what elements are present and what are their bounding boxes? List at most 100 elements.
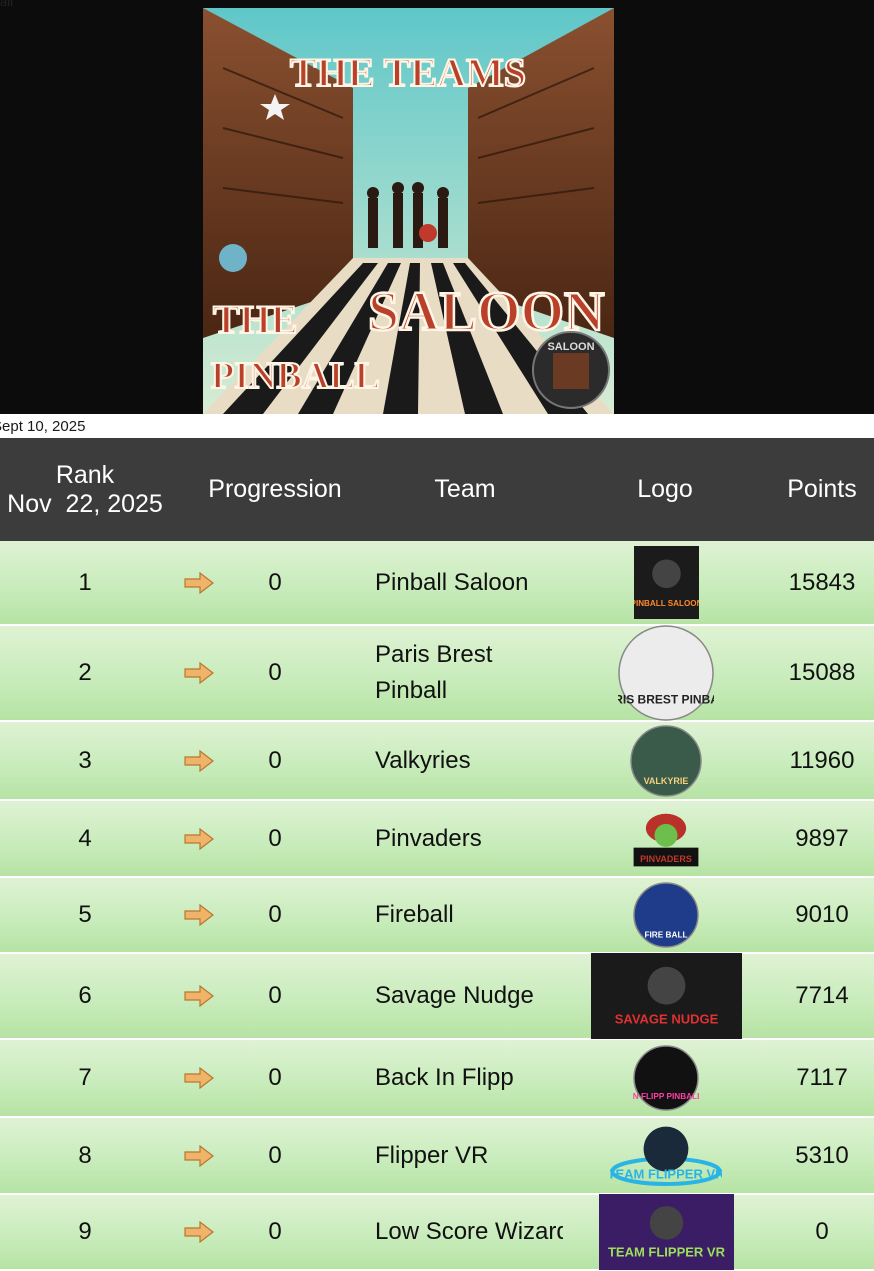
- team-logo: BACK IN FLIPP PINBALL TEAM: [633, 1045, 699, 1111]
- progression-arrow: [182, 1118, 216, 1193]
- logo-cell: PINVADERS: [590, 801, 742, 876]
- logo-cell: TEAM FLIPPER VR: [590, 1118, 742, 1193]
- logo-text: TEAM FLIPPER VR: [607, 1244, 725, 1259]
- progression-cell: 0: [268, 1064, 282, 1091]
- team-name-cell: Pinvaders: [375, 824, 482, 852]
- rank-cell: 1: [78, 568, 92, 596]
- progression-arrow: [182, 1040, 216, 1116]
- team-logo: PINBALL SALOON: [633, 546, 699, 619]
- logo-text: PINVADERS: [640, 854, 692, 864]
- header-rank-date: Nov 22, 2025: [7, 489, 163, 518]
- points-cell: 11960: [789, 746, 855, 774]
- right-arrow-icon: [184, 662, 214, 684]
- progression-cell: 0: [268, 746, 282, 774]
- header-progression: Progression: [208, 475, 342, 504]
- rank-cell: 8: [78, 1141, 92, 1169]
- right-arrow-icon: [184, 749, 214, 772]
- team-logo: TEAM FLIPPER VR: [610, 1121, 722, 1191]
- logo-text: PINBALL SALOON: [634, 599, 699, 608]
- table-row: 4 0 Pinvaders PINVADERS 9897: [0, 801, 874, 878]
- team-name-cell: Valkyries: [375, 746, 471, 774]
- points-cell: 7714: [795, 982, 849, 1009]
- rank-cell: 3: [78, 746, 92, 774]
- team-name-cell: Low Score Wizard: [375, 1218, 563, 1245]
- teams-banner-image: THE TEAMS THE SALOON PINBALL SALOON: [203, 8, 614, 414]
- logo-cell: VALKYRIE: [590, 722, 742, 799]
- table-row: 1 0 Pinball Saloon PINBALL SALOON 15843: [0, 541, 874, 626]
- table-body: 1 0 Pinball Saloon PINBALL SALOON 15843 2 0 Par…: [0, 541, 874, 1271]
- logo-cell: FIRE BALL: [590, 878, 742, 952]
- progression-arrow: [182, 541, 216, 624]
- progression-arrow: [182, 1195, 216, 1269]
- team-name-cell: Flipper VR: [375, 1141, 489, 1169]
- banner-badge: SALOON: [547, 341, 594, 353]
- right-arrow-icon: [184, 985, 214, 1007]
- progression-arrow: [182, 954, 216, 1038]
- corner-label: all: [0, 0, 14, 9]
- logo-text: BACK IN FLIPP PINBALL TEAM: [633, 1092, 699, 1101]
- points-cell: 5310: [795, 1141, 849, 1169]
- right-arrow-icon: [184, 904, 214, 926]
- table-header: Rank Nov 22, 2025 Progression Team Logo …: [0, 438, 874, 541]
- table-row: 3 0 Valkyries VALKYRIE 11960: [0, 722, 874, 801]
- date-label: Sept 10, 2025: [0, 418, 86, 435]
- team-logo: SAVAGE NUDGE: [590, 953, 742, 1039]
- points-cell: 9010: [795, 901, 849, 928]
- logo-cell: BACK IN FLIPP PINBALL TEAM: [590, 1040, 742, 1116]
- table-row: 6 0 Savage Nudge SAVAGE NUDGE 7714: [0, 953, 874, 1040]
- banner-the: THE: [213, 297, 297, 342]
- table-row: 8 0 Flipper VR TEAM FLIPPER VR 5310: [0, 1118, 874, 1195]
- logo-text: TEAM FLIPPER VR: [610, 1166, 722, 1181]
- progression-arrow: [182, 801, 216, 876]
- rank-cell: 9: [78, 1218, 92, 1245]
- header-team: Team: [434, 475, 496, 504]
- points-cell: 15088: [788, 659, 856, 686]
- rank-cell: 6: [78, 982, 92, 1009]
- progression-cell: 0: [268, 1141, 282, 1169]
- logo-text: VALKYRIE: [644, 776, 689, 786]
- table-row: 7 0 Back In Flipp BACK IN FLIPP PINBALL TEA…: [0, 1040, 874, 1118]
- team-logo: PARIS BREST PINBALL: [618, 625, 714, 721]
- table-row: 5 0 Fireball FIRE BALL 9010: [0, 878, 874, 954]
- rankings-table: Rank Nov 22, 2025 Progression Team Logo …: [0, 438, 874, 1271]
- points-cell: 15843: [788, 568, 856, 596]
- progression-arrow: [182, 722, 216, 799]
- header-points: Points: [787, 475, 857, 504]
- logo-text: FIRE BALL: [644, 930, 687, 939]
- logo-cell: TEAM FLIPPER VR: [590, 1194, 742, 1270]
- table-row: 2 0 Paris Brest Pinball PARIS BREST PINBALL…: [0, 625, 874, 722]
- rank-cell: 7: [78, 1064, 92, 1091]
- progression-arrow: [182, 878, 216, 952]
- logo-cell: PARIS BREST PINBALL: [590, 625, 742, 721]
- rank-cell: 5: [78, 901, 92, 928]
- progression-cell: 0: [268, 1218, 282, 1245]
- team-name-cell: Back In Flipp: [375, 1064, 514, 1091]
- table-row: 9 0 Low Score Wizard TEAM FLIPPER VR 0: [0, 1194, 874, 1271]
- progression-cell: 0: [268, 901, 282, 928]
- points-cell: 7117: [796, 1064, 848, 1091]
- team-logo: PINVADERS: [630, 803, 702, 875]
- right-arrow-icon: [184, 827, 214, 850]
- points-cell: 0: [815, 1218, 829, 1245]
- header-rank: Rank Nov 22, 2025: [0, 438, 170, 541]
- progression-cell: 0: [268, 568, 282, 596]
- team-name-cell: Pinball Saloon: [375, 568, 529, 596]
- right-arrow-icon: [184, 1067, 214, 1089]
- team-name-cell: Paris Brest Pinball: [375, 641, 493, 704]
- right-arrow-icon: [184, 1221, 214, 1243]
- logo-text: PARIS BREST PINBALL: [618, 693, 714, 707]
- progression-cell: 0: [268, 824, 282, 852]
- team-name-cell: Fireball: [375, 901, 454, 928]
- logo-text: SAVAGE NUDGE: [614, 1012, 718, 1027]
- header-logo: Logo: [637, 475, 693, 504]
- team-logo: FIRE BALL: [633, 880, 699, 950]
- right-arrow-icon: [184, 1144, 214, 1167]
- progression-cell: 0: [268, 982, 282, 1009]
- team-logo: VALKYRIE: [630, 724, 702, 797]
- banner-pinball: PINBALL: [211, 355, 380, 397]
- rank-cell: 4: [78, 824, 92, 852]
- header-rank-label: Rank: [55, 460, 115, 489]
- team-name-cell: Savage Nudge: [375, 982, 534, 1009]
- team-logo: TEAM FLIPPER VR: [598, 1194, 734, 1270]
- white-strip: [0, 414, 874, 438]
